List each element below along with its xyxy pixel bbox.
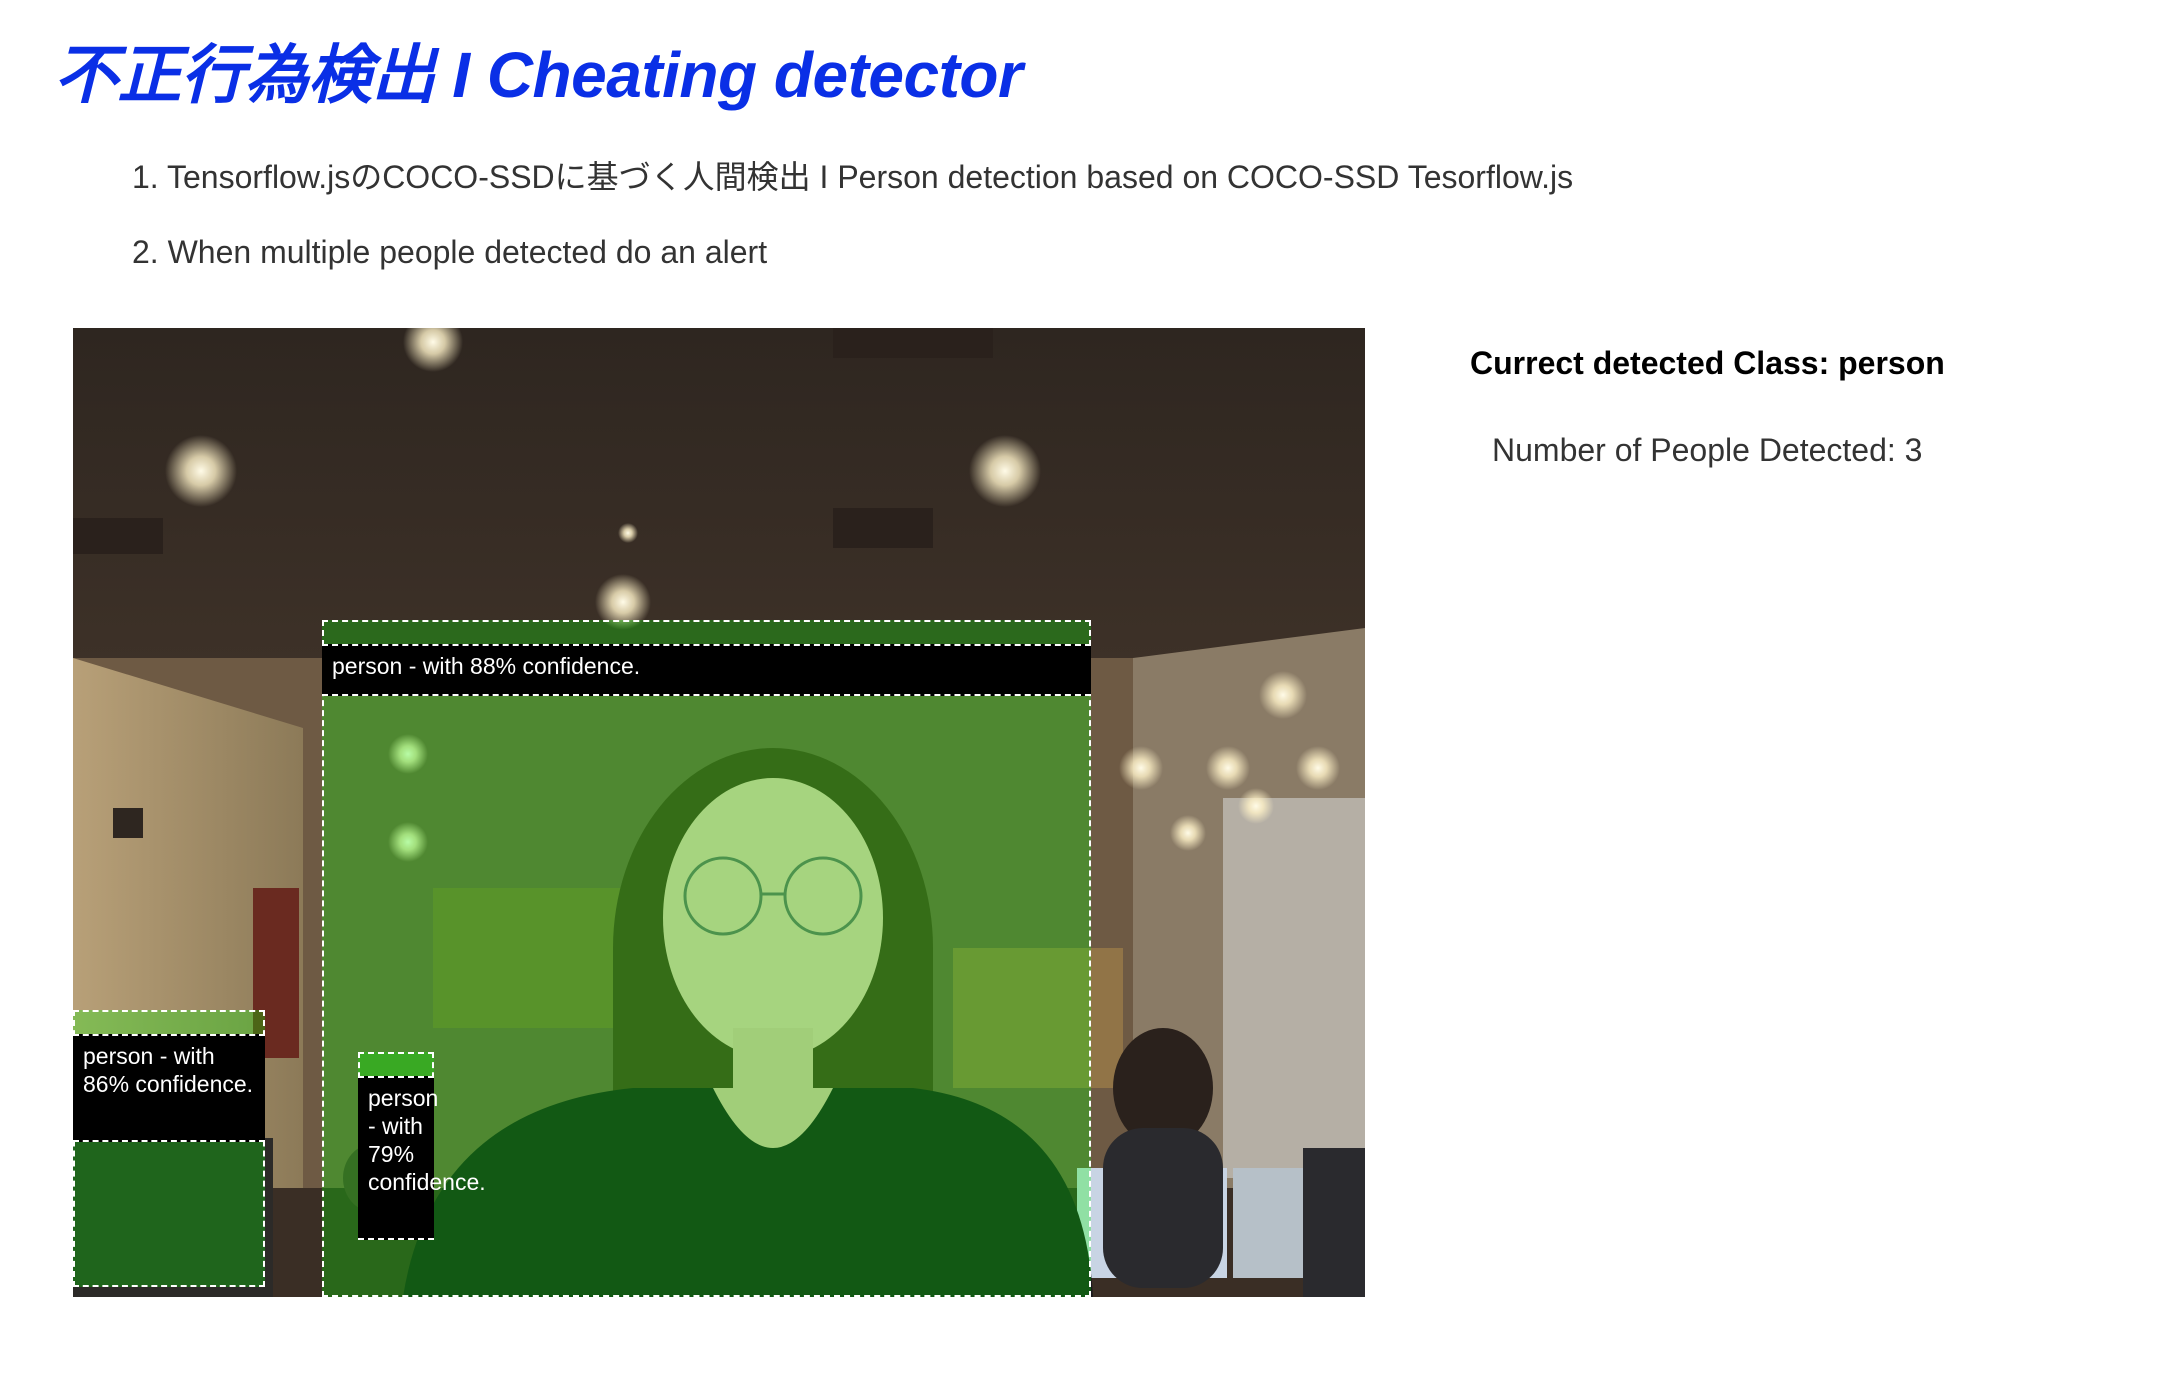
feature-item-multi-person-alert: 2. When multiple people detected do an a… bbox=[132, 234, 768, 270]
page-title: 不正行為検出 I Cheating detector bbox=[54, 39, 1023, 111]
webcam-feed: person - with 88% confidence. person - w… bbox=[73, 328, 1365, 1297]
detection-label-person-2: person - with 86% confidence. bbox=[73, 1034, 265, 1142]
detected-class-heading: Currect detected Class: person bbox=[1470, 345, 1945, 381]
feature-list: 1. Tensorflow.jsのCOCO-SSDに基づく人間検出 I Pers… bbox=[132, 158, 1573, 271]
detection-label-person-3: person - with 79% confidence. bbox=[358, 1076, 486, 1240]
feature-item-person-detection: 1. Tensorflow.jsのCOCO-SSDに基づく人間検出 I Pers… bbox=[132, 159, 1574, 195]
people-count-text: Number of People Detected: 3 bbox=[1492, 432, 1923, 468]
detection-label-person-1: person - with 88% confidence. bbox=[322, 644, 1091, 696]
